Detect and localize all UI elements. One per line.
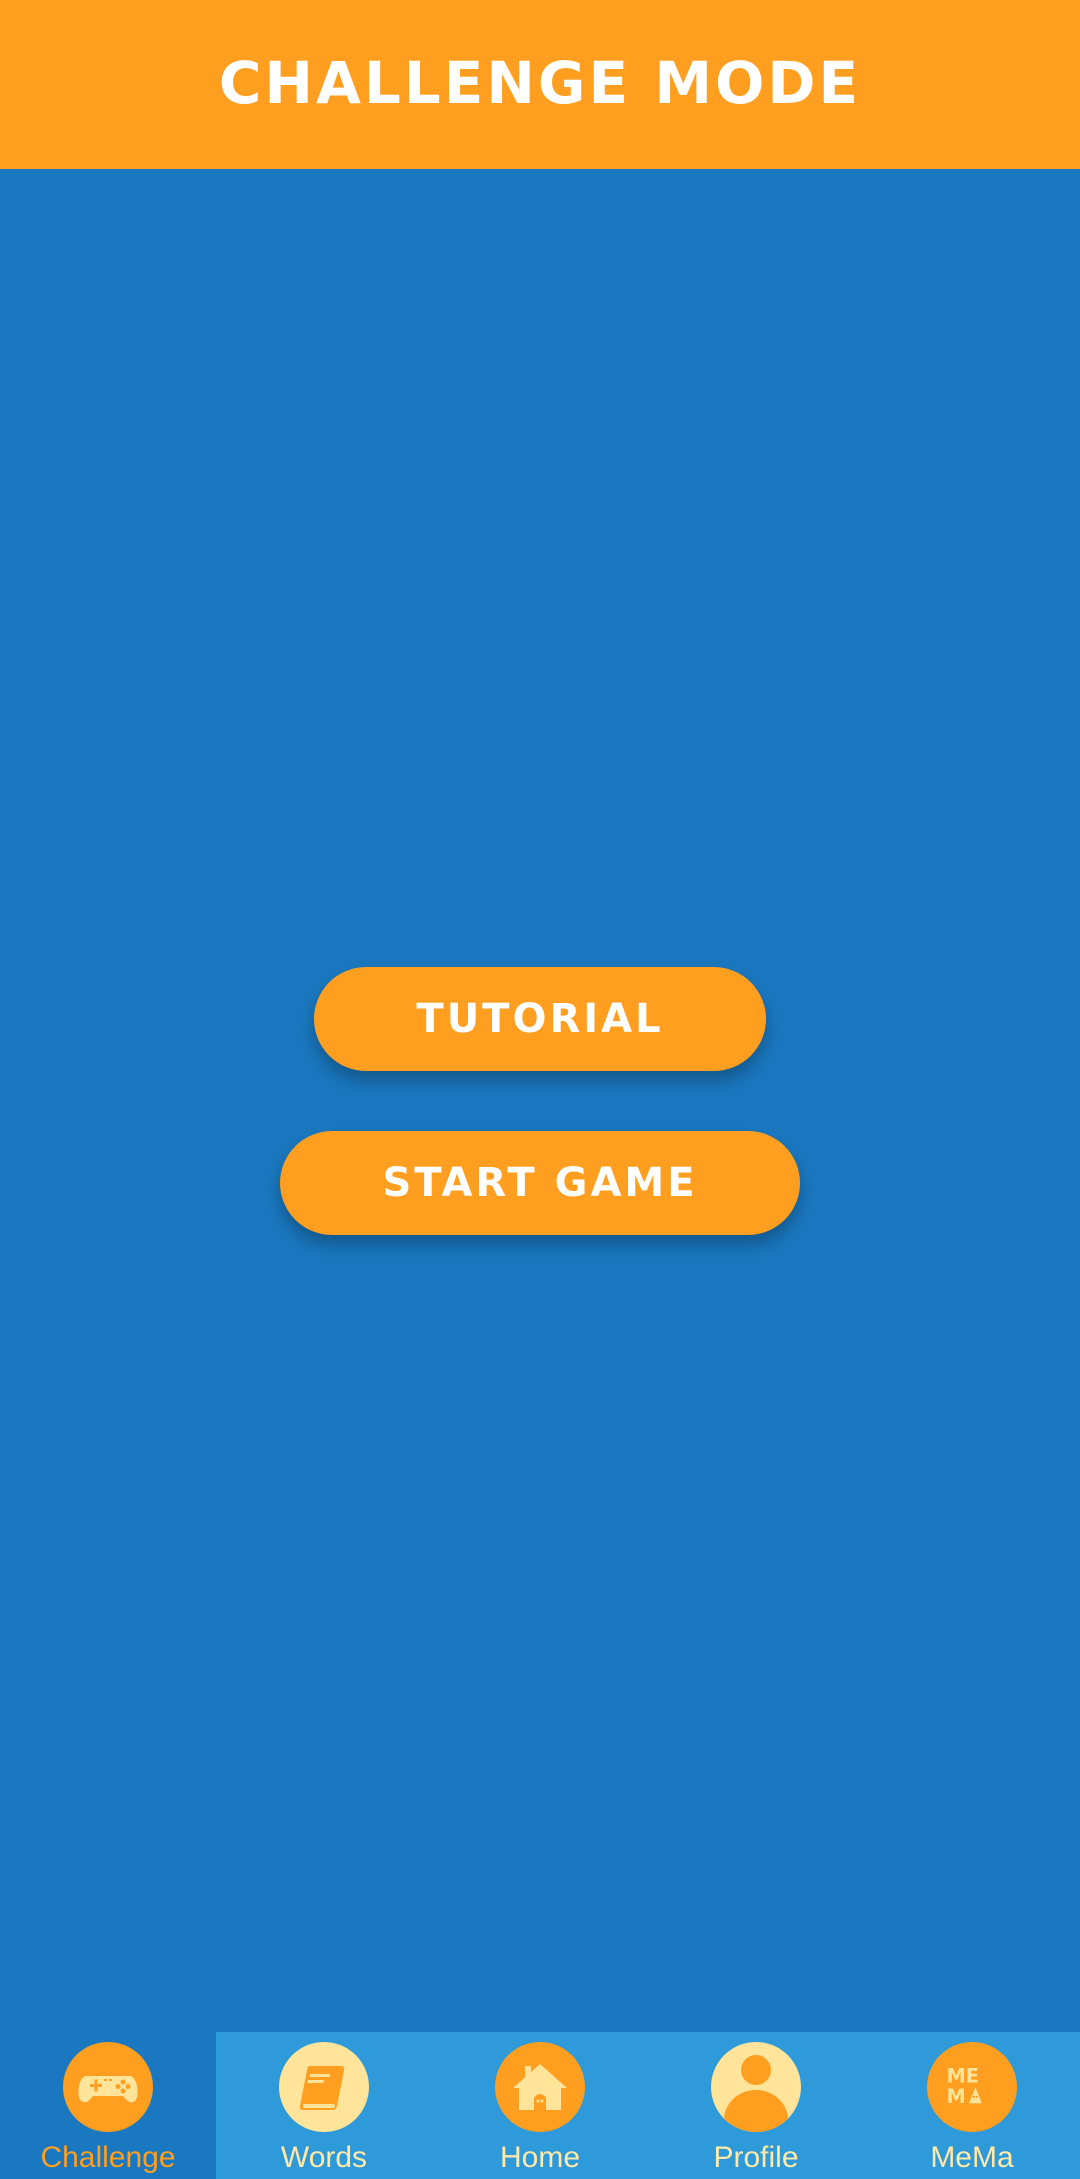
tab-home[interactable]: Home <box>432 2032 648 2179</box>
gamepad-icon <box>63 2042 153 2132</box>
svg-text:M: M <box>947 2085 966 2108</box>
profile-icon <box>711 2042 801 2132</box>
tab-profile[interactable]: Profile <box>648 2032 864 2179</box>
mema-logo-icon: M E M <box>927 2042 1017 2132</box>
tab-label-profile: Profile <box>713 2141 799 2174</box>
home-icon <box>495 2042 585 2132</box>
tab-challenge[interactable]: Challenge <box>0 2032 216 2179</box>
tutorial-button[interactable]: TUTORIAL <box>314 967 766 1071</box>
page-title: CHALLENGE MODE <box>218 48 862 117</box>
svg-text:M: M <box>947 2064 966 2087</box>
tab-label-words: Words <box>280 2141 368 2174</box>
tab-label-mema: MeMa <box>930 2141 1014 2174</box>
svg-text:E: E <box>966 2064 979 2087</box>
app-header: CHALLENGE MODE <box>0 0 1080 169</box>
book-icon <box>279 2042 369 2132</box>
tab-label-challenge: Challenge <box>40 2141 176 2174</box>
tab-words[interactable]: Words <box>216 2032 432 2179</box>
start-game-button[interactable]: START GAME <box>280 1131 800 1235</box>
bottom-tab-bar: Challenge Words Home Profile M E M MeMa <box>0 2032 1080 2179</box>
main-content: TUTORIAL START GAME <box>0 169 1080 2032</box>
tab-mema[interactable]: M E M MeMa <box>864 2032 1080 2179</box>
tab-label-home: Home <box>499 2141 581 2174</box>
